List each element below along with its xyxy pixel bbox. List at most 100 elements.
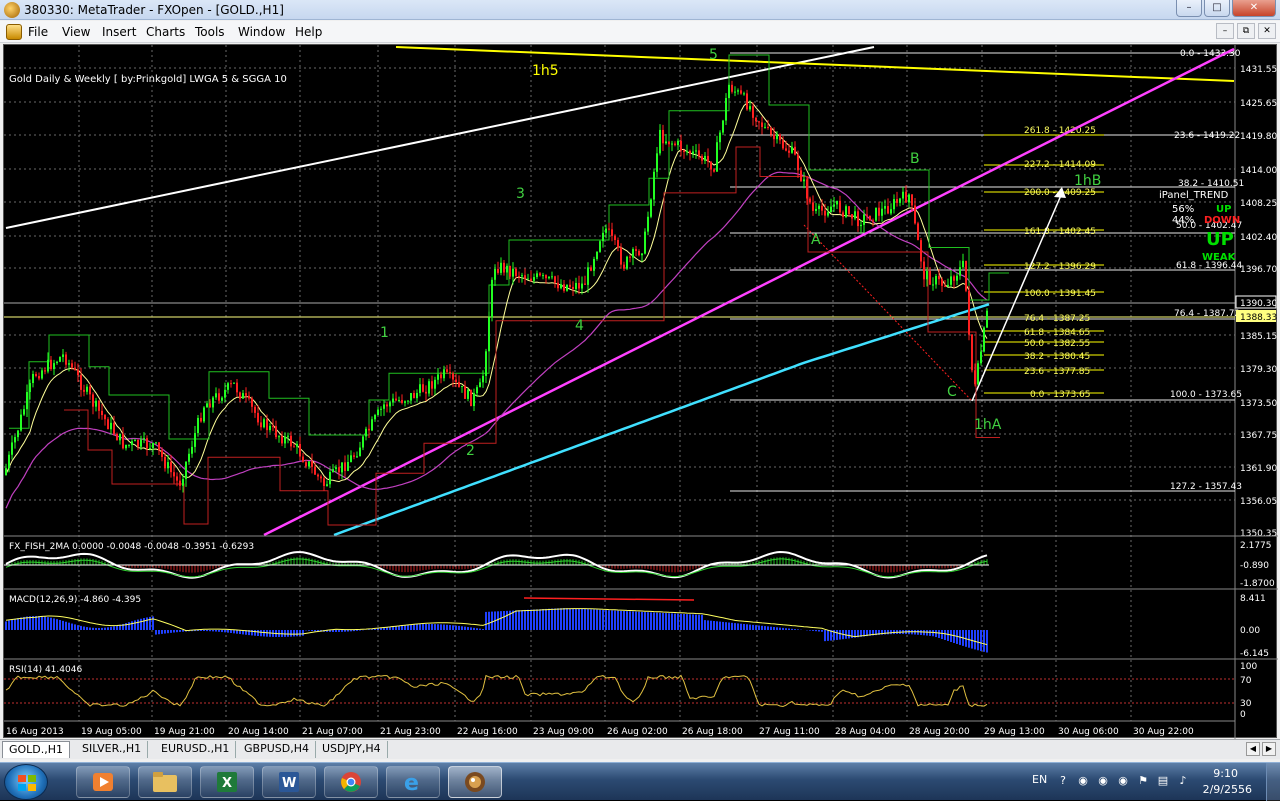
candle-body	[236, 382, 238, 393]
show-desktop-button[interactable]	[1266, 763, 1280, 801]
tray-app-icon[interactable]: ◉	[1076, 774, 1090, 788]
action-center-flag-icon[interactable]: ⚑	[1136, 774, 1150, 788]
explorer-taskbar-button[interactable]	[138, 766, 192, 798]
candle-body	[275, 426, 277, 438]
candle-body	[602, 232, 604, 242]
clock-time[interactable]: 9:10	[1213, 767, 1238, 780]
candle-body	[407, 400, 409, 402]
metatrader-taskbar-button[interactable]	[448, 766, 502, 798]
candle-body	[440, 374, 442, 379]
wave-label-3: 3	[516, 186, 525, 202]
tab-scroll-left-icon[interactable]: ◀	[1246, 742, 1260, 756]
tab-silver-h1[interactable]: SILVER.,H1	[76, 741, 149, 758]
mdi-restore-button[interactable]: ⧉	[1237, 23, 1255, 39]
title-bar[interactable]: 380330: MetaTrader - FXOpen - [GOLD.,H1]…	[0, 0, 1280, 20]
chrome-taskbar-button[interactable]	[324, 766, 378, 798]
candle-body	[266, 419, 268, 431]
price-tick: 1379.30	[1240, 365, 1277, 375]
minimize-button[interactable]: –	[1176, 0, 1202, 17]
tray-app-icon[interactable]: ◉	[1116, 774, 1130, 788]
menu-file[interactable]: File	[28, 25, 48, 39]
network-icon[interactable]: ▤	[1156, 774, 1170, 788]
time-tick: 28 Aug 04:00	[835, 727, 896, 737]
menu-help[interactable]: Help	[295, 25, 322, 39]
mdi-close-button[interactable]: ✕	[1258, 23, 1276, 39]
fib-label: 50.0 - 1382.55	[1024, 339, 1090, 349]
candle-body	[239, 392, 241, 399]
candle-body	[527, 278, 529, 280]
menu-insert[interactable]: Insert	[102, 25, 136, 39]
wave-label-2: 2	[466, 443, 475, 459]
start-button[interactable]	[4, 764, 48, 800]
ipanel-title: iPanel_TREND	[1159, 190, 1229, 201]
macd-tick: 0.00	[1240, 626, 1260, 636]
tab-gbpusd-h4[interactable]: GBPUSD,H4	[238, 741, 316, 758]
bid-price-label: 1388.33	[1240, 313, 1277, 323]
word-taskbar-button[interactable]: W	[262, 766, 316, 798]
menu-window[interactable]: Window	[238, 25, 285, 39]
candle-body	[131, 441, 133, 445]
red-dotted-line	[803, 224, 973, 402]
candle-body	[56, 361, 58, 364]
price-chart[interactable]: Gold Daily & Weekly [ by:Prinkgold] LWGA…	[4, 45, 1278, 739]
candle-body	[80, 375, 82, 390]
candle-body	[344, 462, 346, 471]
candle-body	[290, 435, 292, 447]
chart-window-icon[interactable]	[6, 24, 22, 40]
candle-body	[395, 398, 397, 401]
candle-body	[143, 438, 145, 440]
candle-body	[299, 443, 301, 457]
mdi-minimize-button[interactable]: –	[1216, 23, 1234, 39]
candle-body	[476, 387, 478, 394]
excel-taskbar-button[interactable]: X	[200, 766, 254, 798]
candle-body	[692, 151, 694, 154]
tab-scroll-right-icon[interactable]: ▶	[1262, 742, 1276, 756]
candle-body	[851, 214, 853, 219]
candle-body	[101, 410, 103, 416]
clock-date[interactable]: 2/9/2556	[1203, 783, 1252, 796]
candle-body	[866, 214, 868, 216]
candle-body	[869, 215, 871, 221]
candle-body	[587, 267, 589, 285]
candle-body	[113, 422, 115, 434]
candle-body	[392, 398, 394, 403]
candle-body	[938, 276, 940, 280]
menu-charts[interactable]: Charts	[146, 25, 185, 39]
internet-explorer-taskbar-button[interactable]: e	[386, 766, 440, 798]
tab-usdjpy-h4[interactable]: USDJPY,H4	[316, 741, 388, 758]
candle-body	[11, 442, 13, 455]
candle-body	[356, 456, 358, 458]
candle-body	[494, 268, 496, 280]
volume-icon[interactable]: ♪	[1176, 774, 1190, 788]
candle-body	[554, 276, 556, 283]
rsi-tick: 100	[1240, 662, 1257, 672]
candle-body	[233, 382, 235, 384]
help-icon[interactable]: ?	[1056, 774, 1070, 788]
candle-body	[149, 448, 151, 450]
time-tick: 26 Aug 18:00	[682, 727, 743, 737]
candle-body	[365, 428, 367, 437]
close-button[interactable]: ✕	[1232, 0, 1276, 17]
candle-body	[788, 150, 790, 153]
media-player-taskbar-button[interactable]	[76, 766, 130, 798]
fisher-header: FX_FISH_2MA 0.0000 -0.0048 -0.0048 -0.39…	[9, 542, 254, 552]
candle-body	[179, 480, 181, 486]
menu-tools[interactable]: Tools	[195, 25, 225, 39]
candle-body	[752, 106, 754, 118]
menu-view[interactable]: View	[62, 25, 90, 39]
candle-body	[404, 401, 406, 403]
chart-area[interactable]: Gold Daily & Weekly [ by:Prinkgold] LWGA…	[3, 44, 1278, 739]
candle-body	[965, 260, 967, 291]
tab-eurusd-h1[interactable]: EURUSD.,H1	[155, 741, 237, 758]
language-indicator[interactable]: EN	[1032, 773, 1047, 786]
ipanel-pct-up: 56%	[1172, 204, 1194, 215]
ipanel-up-label: UP	[1216, 204, 1231, 215]
tray-app-icon[interactable]: ◉	[1096, 774, 1110, 788]
tab-gold-h1[interactable]: GOLD.,H1	[2, 741, 71, 758]
candle-body	[725, 98, 727, 121]
candle-body	[119, 433, 121, 441]
time-tick: 30 Aug 06:00	[1058, 727, 1119, 737]
candle-body	[785, 148, 787, 151]
maximize-button[interactable]: □	[1204, 0, 1230, 17]
wave-label-4: 4	[575, 318, 584, 334]
